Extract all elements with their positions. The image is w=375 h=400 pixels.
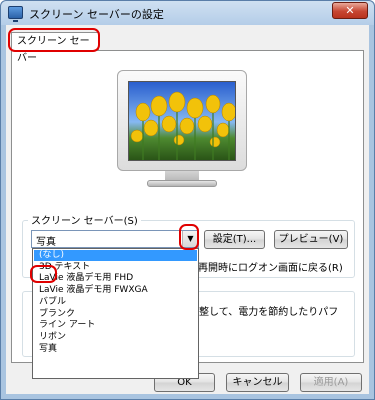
dropdown-option[interactable]: LaVie 液晶デモ用 FHD bbox=[34, 273, 197, 284]
screensaver-dropdown-list[interactable]: (なし) 3D テキスト LaVie 液晶デモ用 FHD LaVie 液晶デモ用 FW… bbox=[32, 248, 199, 379]
dialog-client-area: スクリーン セーバー スクリーン セーバー(S) 写真 ▼ 設定(T)... プ… bbox=[6, 25, 369, 394]
tab-highlight-circle bbox=[8, 28, 100, 52]
screensaver-settings-window: スクリーン セーバーの設定 ✕ スクリーン セーバー スクリーン セーバー(S)… bbox=[0, 0, 375, 400]
window-title: スクリーン セーバーの設定 bbox=[29, 8, 164, 21]
monitor-base bbox=[147, 180, 217, 187]
dropdown-option[interactable]: ブランク bbox=[34, 309, 197, 320]
title-bar[interactable]: スクリーン セーバーの設定 ✕ bbox=[1, 1, 374, 25]
screensaver-selected-value: 写真 bbox=[36, 237, 56, 248]
preview-screen bbox=[128, 81, 236, 161]
screensaver-group-label: スクリーン セーバー(S) bbox=[28, 212, 141, 227]
screensaver-select[interactable]: 写真 ▼ bbox=[31, 230, 199, 248]
monitor-icon bbox=[8, 6, 23, 22]
dropdown-option[interactable]: リボン bbox=[34, 332, 197, 343]
cancel-button[interactable]: キャンセル bbox=[226, 373, 289, 392]
dropdown-arrow-highlight-circle bbox=[179, 224, 199, 250]
dropdown-option[interactable]: バブル bbox=[34, 297, 197, 308]
dropdown-option[interactable]: 3D テキスト bbox=[34, 262, 197, 273]
preview-button[interactable]: プレビュー(V) bbox=[274, 230, 348, 249]
close-button[interactable]: ✕ bbox=[332, 2, 368, 19]
settings-button[interactable]: 設定(T)... bbox=[204, 230, 265, 249]
resume-logon-checkbox-label[interactable]: 再開時にログオン画面に戻る(R) bbox=[198, 259, 343, 274]
dropdown-option[interactable]: (なし) bbox=[34, 250, 197, 261]
dropdown-option[interactable]: ライン アート bbox=[34, 320, 197, 331]
dropdown-option[interactable]: 写真 bbox=[34, 344, 197, 355]
apply-button[interactable]: 適用(A) bbox=[300, 373, 362, 392]
power-management-text: 整して、電力を節約したりパフ bbox=[199, 307, 339, 318]
none-option-highlight-circle bbox=[30, 265, 57, 283]
monitor-bezel bbox=[117, 70, 247, 171]
tulip-photo-image bbox=[129, 82, 235, 160]
monitor-preview bbox=[117, 70, 247, 188]
dropdown-option[interactable]: LaVie 液晶デモ用 FWXGA bbox=[34, 285, 197, 296]
